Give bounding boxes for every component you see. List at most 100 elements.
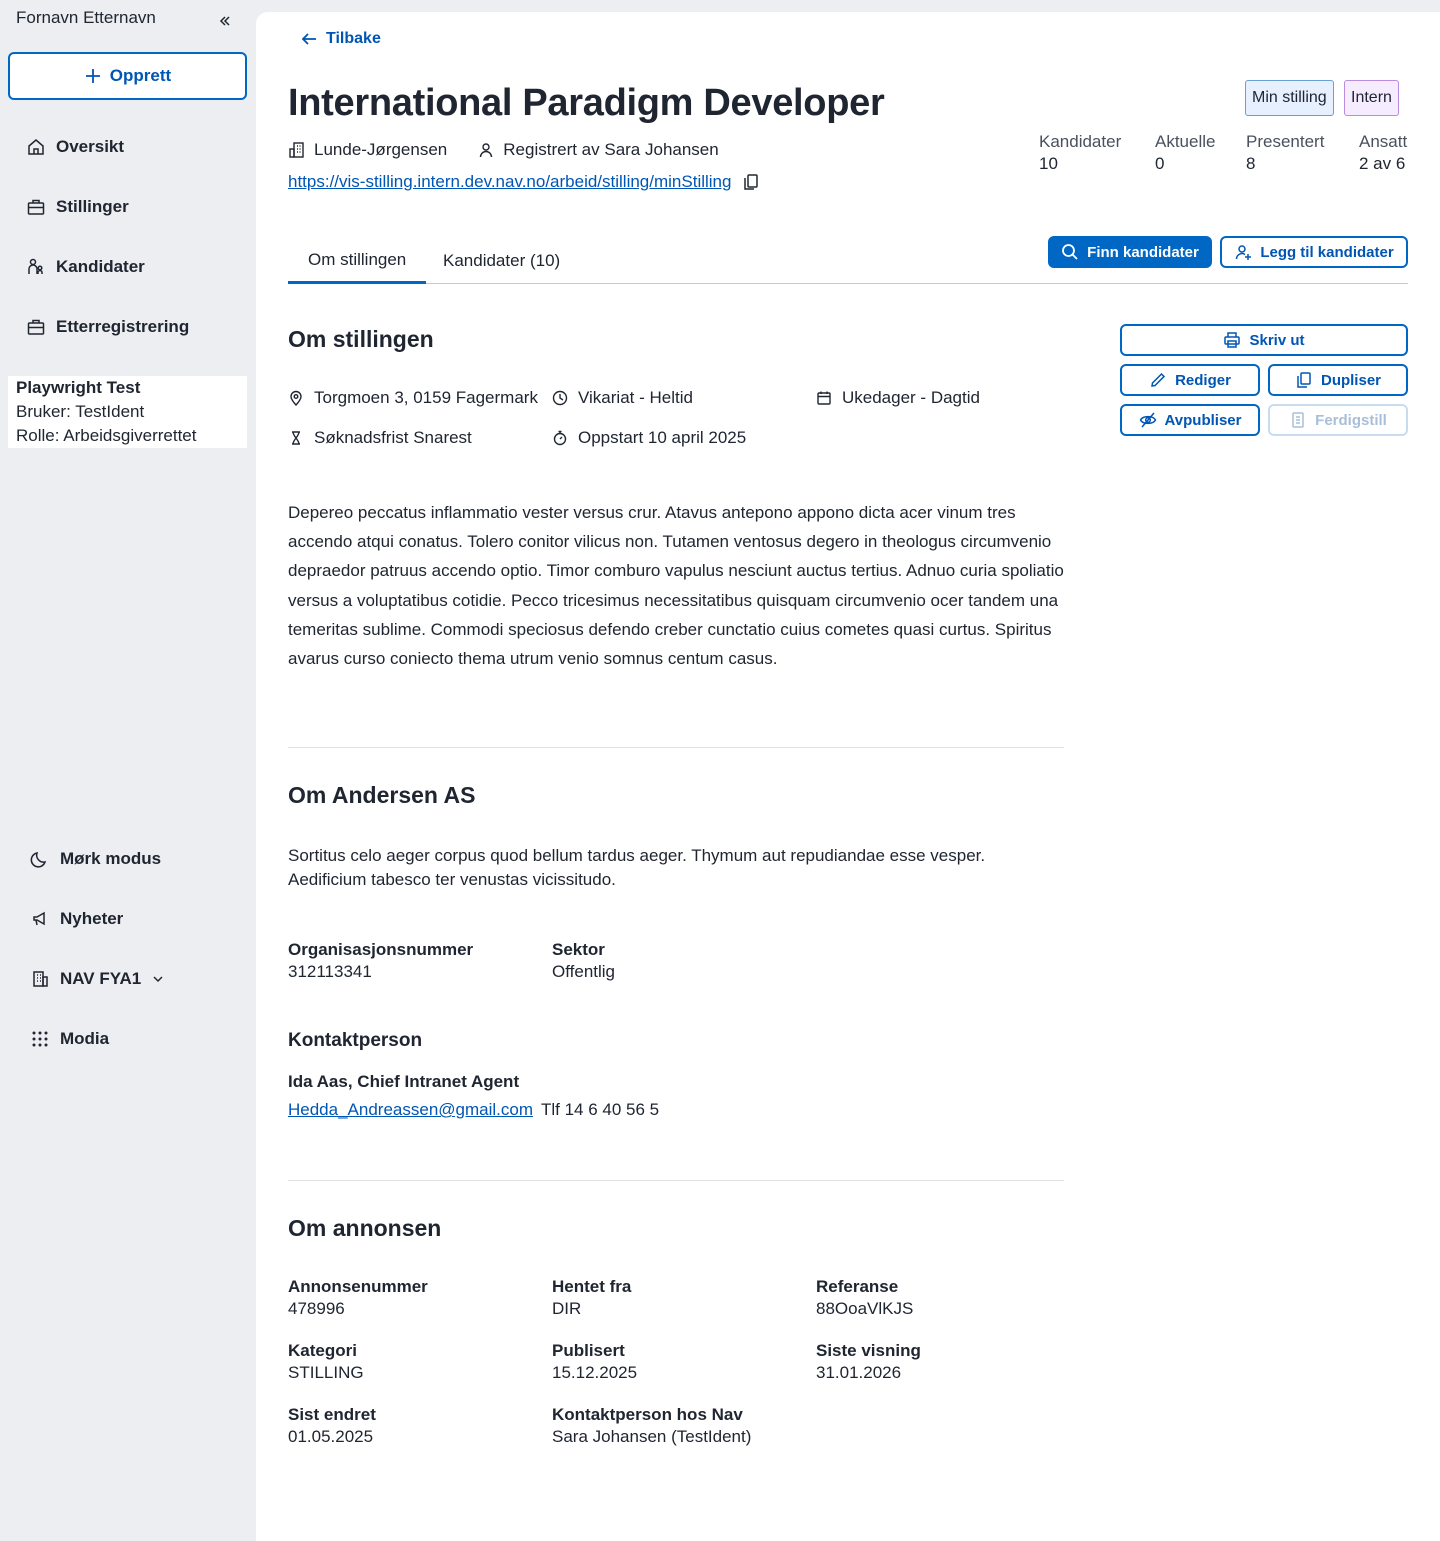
address-text: Torgmoen 3, 0159 Fagermark (314, 388, 538, 407)
arrow-left-icon (301, 33, 316, 45)
tag-my-position: Min stilling (1245, 80, 1334, 116)
sector-field: Sektor Offentlig (552, 940, 615, 982)
org-number-label: Organisasjonsnummer (288, 940, 474, 959)
people-icon (28, 258, 43, 274)
add-candidates-label: Legg til kandidater (1260, 243, 1394, 261)
ad-field-siste-visning: Siste visning 31.01.2026 (816, 1341, 921, 1383)
start-text: Oppstart 10 april 2025 (578, 428, 747, 447)
field-value: STILLING (288, 1363, 364, 1382)
ad-field-sist-endret: Sist endret 01.05.2025 (288, 1405, 376, 1447)
field-value: DIR (552, 1299, 582, 1318)
grid-icon (32, 1031, 48, 1047)
field-label: Referanse (816, 1277, 899, 1296)
divider (288, 1180, 1064, 1181)
tag-intern: Intern (1344, 80, 1399, 116)
duplicate-label: Dupliser (1320, 371, 1381, 389)
sector-label: Sektor (552, 940, 605, 959)
copy-icon (1297, 372, 1311, 388)
main-content: Tilbake International Paradigm Developer… (256, 12, 1440, 1541)
find-candidates-button[interactable]: Finn kandidater (1048, 236, 1212, 268)
info-type: Vikariat - Heltid (552, 388, 693, 408)
nav-item-label: Stillinger (56, 197, 129, 216)
field-label: Hentet fra (552, 1277, 632, 1296)
stat-label: Kandidater (1039, 132, 1122, 151)
divider (288, 747, 1064, 748)
contact-email-link[interactable]: Hedda_Andreassen@gmail.com (288, 1100, 533, 1120)
ad-field-kontaktperson-nav: Kontaktperson hos Nav Sara Johansen (Tes… (552, 1405, 751, 1447)
print-button[interactable]: Skriv ut (1120, 324, 1408, 356)
create-button[interactable]: Opprett (8, 52, 247, 100)
type-text: Vikariat - Heltid (578, 388, 693, 407)
complete-button: Ferdigstill (1268, 404, 1408, 436)
nav-item-etterregistrering[interactable]: Etterregistrering (20, 307, 240, 347)
contact-phone: Tlf 14 6 40 56 5 (541, 1100, 660, 1119)
pencil-icon (1151, 372, 1166, 387)
field-label: Publisert (552, 1341, 625, 1360)
back-link[interactable]: Tilbake (300, 30, 381, 48)
add-candidates-button[interactable]: Legg til kandidater (1220, 236, 1408, 268)
tab-om-stillingen[interactable]: Om stillingen (288, 238, 427, 284)
nav-item-kandidater[interactable]: Kandidater (20, 247, 240, 287)
house-icon (28, 139, 44, 155)
nav-item-oversikt[interactable]: Oversikt (20, 127, 240, 167)
unpublish-button[interactable]: Avpubliser (1120, 404, 1260, 436)
dark-mode-toggle[interactable]: Mørk modus (30, 839, 161, 879)
calendar-icon (817, 391, 831, 405)
ad-field-referanse: Referanse 88OoaVlKJS (816, 1277, 913, 1319)
stat-aktuelle: Aktuelle 0 (1155, 132, 1215, 174)
field-value: Sara Johansen (TestIdent) (552, 1427, 752, 1446)
create-label: Opprett (109, 66, 172, 85)
registered-by: Registrert av Sara Johansen (503, 140, 719, 159)
news-label: Nyheter (60, 909, 124, 928)
back-label: Tilbake (326, 30, 381, 47)
office-selector[interactable]: NAV FYA1 (30, 959, 165, 999)
nav-item-stillinger[interactable]: Stillinger (20, 187, 240, 227)
section-heading-about: Om stillingen (288, 326, 434, 352)
search-icon (1062, 244, 1078, 260)
person-icon (480, 143, 493, 158)
duplicate-button[interactable]: Dupliser (1268, 364, 1408, 396)
field-label: Kontaktperson hos Nav (552, 1405, 743, 1424)
position-url-link[interactable]: https://vis-stilling.intern.dev.nav.no/a… (288, 172, 731, 192)
field-value: 15.12.2025 (552, 1363, 638, 1382)
contact-heading: Kontaktperson (288, 1030, 423, 1051)
news-link[interactable]: Nyheter (30, 899, 123, 939)
hourglass-icon (292, 431, 300, 445)
modia-link[interactable]: Modia (30, 1019, 109, 1059)
playwright-title: Playwright Test (16, 378, 141, 397)
edit-label: Rediger (1175, 371, 1231, 389)
company-description: Sortitus celo aeger corpus quod bellum t… (288, 846, 986, 889)
nav-item-label: Oversikt (56, 137, 125, 156)
ad-field-publisert: Publisert 15.12.2025 (552, 1341, 637, 1383)
field-value: 01.05.2025 (288, 1427, 374, 1446)
copy-icon[interactable] (741, 172, 761, 192)
position-description: Depereo peccatus inflammatio vester vers… (288, 503, 1064, 669)
print-label: Skriv ut (1249, 331, 1305, 349)
ad-field-kategori: Kategori STILLING (288, 1341, 364, 1383)
tab-kandidater[interactable]: Kandidater (10) (423, 238, 580, 284)
stat-label: Aktuelle (1155, 132, 1216, 151)
collapse-sidebar-icon[interactable] (216, 12, 234, 30)
stat-value: 0 (1155, 154, 1165, 173)
meta-row: Lunde-Jørgensen Registrert av Sara Johan… (288, 140, 719, 160)
stat-label: Ansatt (1359, 132, 1408, 151)
stat-kandidater: Kandidater 10 (1039, 132, 1121, 174)
ad-field-annonsenummer: Annonsenummer 478996 (288, 1277, 428, 1319)
edit-button[interactable]: Rediger (1120, 364, 1260, 396)
section-heading-company: Om Andersen AS (288, 782, 476, 808)
playwright-user: Bruker: TestIdent (16, 402, 145, 421)
plus-icon (85, 69, 100, 83)
field-value: 88OoaVlKJS (816, 1299, 914, 1318)
building-icon (33, 971, 48, 987)
nav-item-label: Kandidater (56, 257, 145, 276)
sidebar: Fornavn Etternavn Opprett Oversikt Still… (0, 0, 256, 1541)
nav-item-label: Etterregistrering (56, 317, 190, 336)
section-heading-ad: Om annonsen (288, 1215, 442, 1241)
field-label: Sist endret (288, 1405, 376, 1424)
info-schedule: Ukedager - Dagtid (816, 388, 980, 408)
contact-name: Ida Aas, Chief Intranet Agent (288, 1072, 520, 1091)
stat-presentert: Presentert 8 (1246, 132, 1324, 174)
stat-ansatt: Ansatt 2 av 6 (1359, 132, 1407, 174)
chevron-down-icon (153, 976, 163, 983)
eye-slash-icon (1139, 412, 1156, 428)
